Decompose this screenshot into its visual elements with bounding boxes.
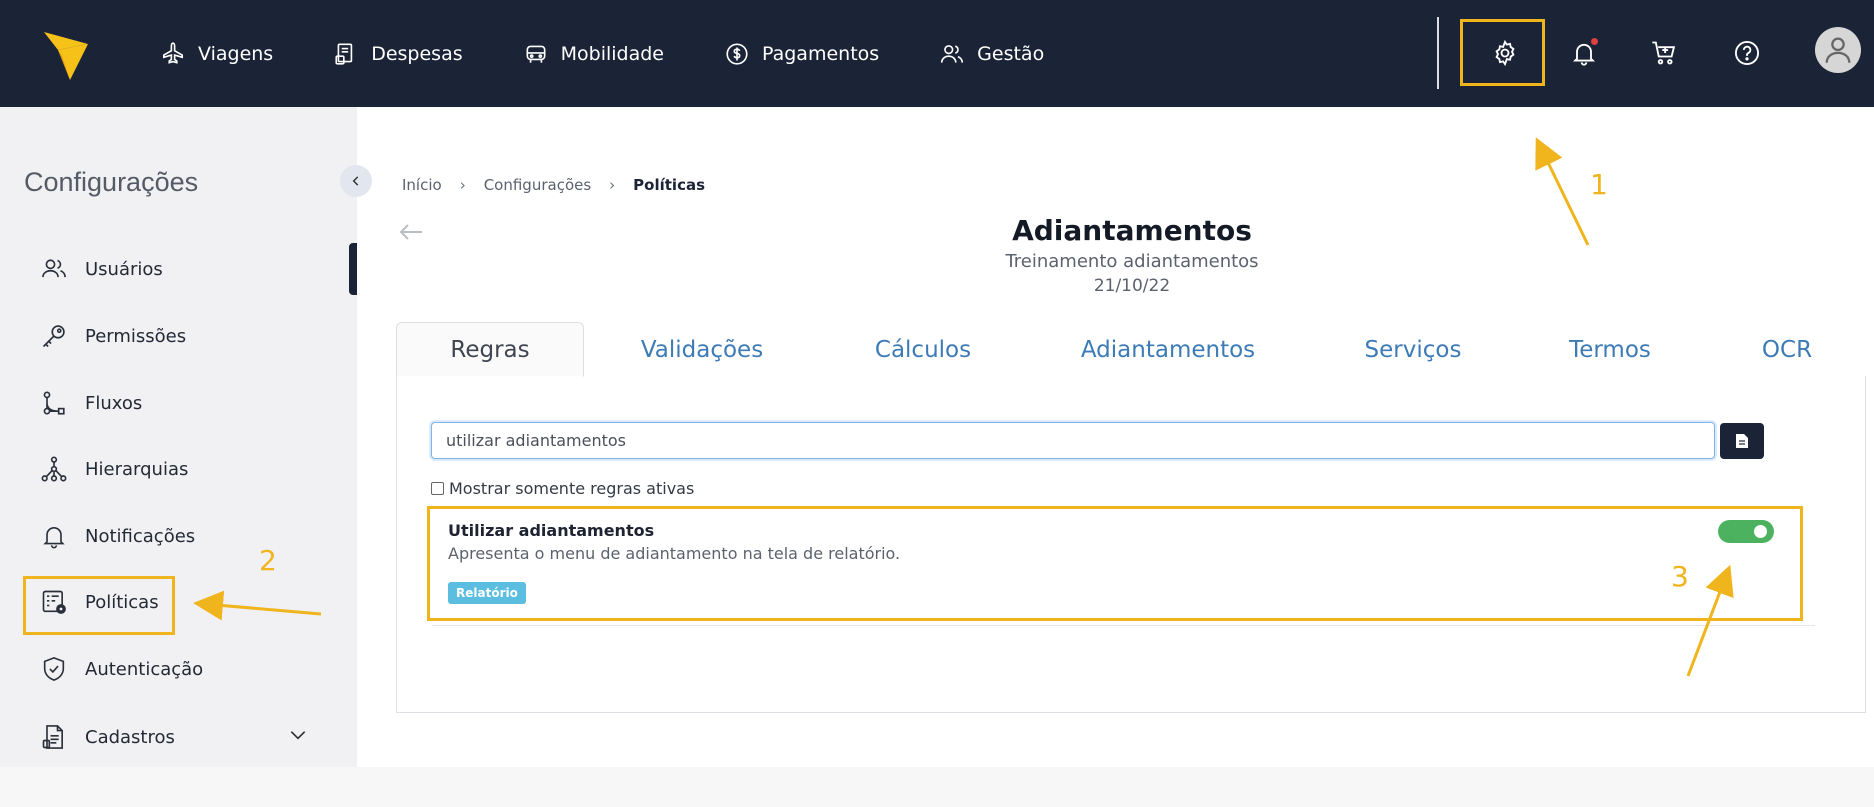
nav-item-despesas[interactable]: Despesas <box>333 41 463 67</box>
export-document-button[interactable] <box>1720 423 1764 459</box>
tab-termos[interactable]: Termos <box>1560 322 1660 377</box>
chevron-down-icon[interactable] <box>288 725 308 745</box>
breadcrumb-item-configuracoes[interactable]: Configurações <box>484 176 591 194</box>
annotation-number-2: 2 <box>259 544 277 577</box>
page-date: 21/10/22 <box>1093 276 1171 296</box>
user-avatar-icon <box>1825 37 1851 63</box>
sidebar-item-label: Hierarquias <box>85 458 189 480</box>
notification-dot <box>1591 38 1598 45</box>
sidebar-item-label: Notificações <box>85 525 196 547</box>
nav-label: Mobilidade <box>560 42 664 65</box>
top-navbar: Viagens Despesas Mobilidade Pagamentos G… <box>0 0 1874 107</box>
annotation-highlight-settings <box>1460 19 1545 86</box>
tab-adiantamentos[interactable]: Adiantamentos <box>1068 322 1268 377</box>
breadcrumb: Início › Configurações › Políticas <box>402 176 705 194</box>
help-button[interactable] <box>1727 33 1767 73</box>
chevron-left-icon <box>352 176 359 186</box>
breadcrumb-current: Políticas <box>633 176 706 194</box>
airplane-icon <box>162 41 184 64</box>
sidebar-title: Configurações <box>24 167 199 197</box>
sidebar-item-label: Fluxos <box>85 392 143 414</box>
annotation-highlight-rule <box>427 506 1803 621</box>
app-root: Viagens Despesas Mobilidade Pagamentos G… <box>0 0 1874 807</box>
main-nav: Viagens Despesas Mobilidade Pagamentos G… <box>160 0 1104 107</box>
nav-item-pagamentos[interactable]: Pagamentos <box>724 41 879 67</box>
document-icon <box>1736 434 1748 448</box>
user-avatar[interactable] <box>1815 27 1861 73</box>
help-icon <box>1734 40 1760 66</box>
page-subtitle: Treinamento adiantamentos <box>1005 251 1259 272</box>
sidebar-item-label: Autenticação <box>85 658 204 680</box>
page-title: Adiantamentos <box>1012 214 1252 247</box>
breadcrumb-separator-icon: › <box>459 176 466 194</box>
active-rules-checkbox[interactable] <box>431 482 444 495</box>
navbar-divider <box>1437 17 1439 89</box>
cart-button[interactable] <box>1644 33 1684 73</box>
sidebar-item-notificacoes[interactable]: Notificações <box>40 522 195 550</box>
sidebar-item-cadastros[interactable]: Cadastros <box>40 723 175 751</box>
users-icon <box>941 44 964 63</box>
sidebar-item-permissoes[interactable]: Permissões <box>40 322 186 350</box>
document-list-icon <box>42 725 63 749</box>
sidebar-item-hierarquias[interactable]: Hierarquias <box>40 455 188 483</box>
annotation-highlight-politicas <box>23 576 175 635</box>
hierarchy-icon <box>41 456 67 482</box>
receipt-icon <box>335 42 353 65</box>
nav-label: Viagens <box>198 42 274 65</box>
brand-logo-icon[interactable] <box>44 26 88 80</box>
tab-servicos[interactable]: Serviços <box>1355 322 1471 377</box>
sidebar-item-fluxos[interactable]: Fluxos <box>40 389 142 417</box>
dollar-circle-icon <box>726 42 748 65</box>
sidebar-item-label: Permissões <box>85 325 187 347</box>
sidebar-item-autenticacao[interactable]: Autenticação <box>40 655 203 683</box>
nav-label: Pagamentos <box>762 42 880 65</box>
flow-icon <box>43 391 65 415</box>
sidebar-item-label: Cadastros <box>85 726 175 748</box>
annotation-number-3: 3 <box>1671 560 1689 593</box>
annotation-number-1: 1 <box>1590 168 1608 201</box>
rules-search-input[interactable] <box>431 422 1715 459</box>
key-icon <box>42 325 65 348</box>
nav-item-viagens[interactable]: Viagens <box>160 41 273 67</box>
bell-icon <box>43 527 65 549</box>
cart-icon <box>1652 41 1676 65</box>
nav-label: Gestão <box>977 42 1045 65</box>
nav-label: Despesas <box>371 42 463 65</box>
active-rules-filter: Mostrar somente regras ativas <box>431 479 694 498</box>
breadcrumb-separator-icon: › <box>609 176 616 194</box>
tab-regras[interactable]: Regras <box>396 322 584 377</box>
sidebar-collapse-button[interactable] <box>340 165 372 197</box>
shield-check-icon <box>43 657 65 681</box>
notifications-button[interactable] <box>1564 33 1604 73</box>
nav-item-mobilidade[interactable]: Mobilidade <box>523 41 664 67</box>
tab-calculos[interactable]: Cálculos <box>858 322 988 377</box>
breadcrumb-item-inicio[interactable]: Início <box>402 176 442 194</box>
car-icon <box>526 45 546 63</box>
tab-ocr[interactable]: OCR <box>1752 322 1822 377</box>
nav-item-gestao[interactable]: Gestão <box>939 41 1044 67</box>
tab-validacoes[interactable]: Validações <box>620 322 784 377</box>
active-rules-label: Mostrar somente regras ativas <box>449 479 695 498</box>
